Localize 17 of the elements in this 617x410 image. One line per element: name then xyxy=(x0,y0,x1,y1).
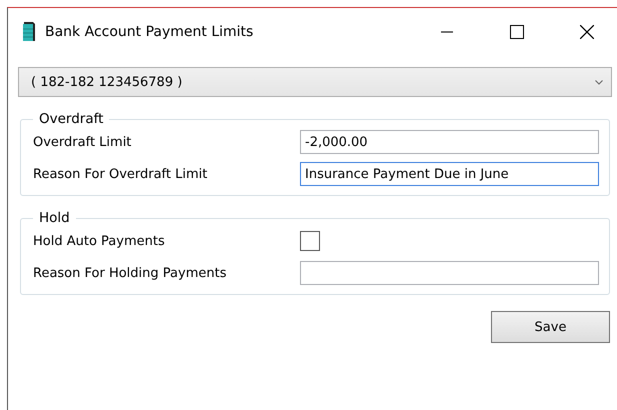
account-dropdown[interactable]: ( 182-182 123456789 ) xyxy=(18,67,612,97)
minimize-icon xyxy=(441,31,453,33)
input-field[interactable]: -2,000.00 xyxy=(300,130,599,154)
field-label: Reason For Overdraft Limit xyxy=(33,166,208,182)
input-field[interactable]: Insurance Payment Due in June xyxy=(300,162,599,186)
group-title: Overdraft xyxy=(38,111,104,127)
maximize-icon xyxy=(510,25,524,39)
chevron-icon xyxy=(595,80,603,84)
field-label: Overdraft Limit xyxy=(33,134,132,150)
field-label: Reason For Holding Payments xyxy=(33,266,228,280)
save-button[interactable]: Save xyxy=(491,311,610,343)
window-title: Bank Account Payment Limits xyxy=(45,24,254,40)
group-title: Hold xyxy=(38,210,71,226)
database-icon xyxy=(21,21,35,43)
close-icon xyxy=(580,25,594,39)
checkbox[interactable] xyxy=(300,231,320,251)
field-label: Hold Auto Payments xyxy=(33,234,166,248)
